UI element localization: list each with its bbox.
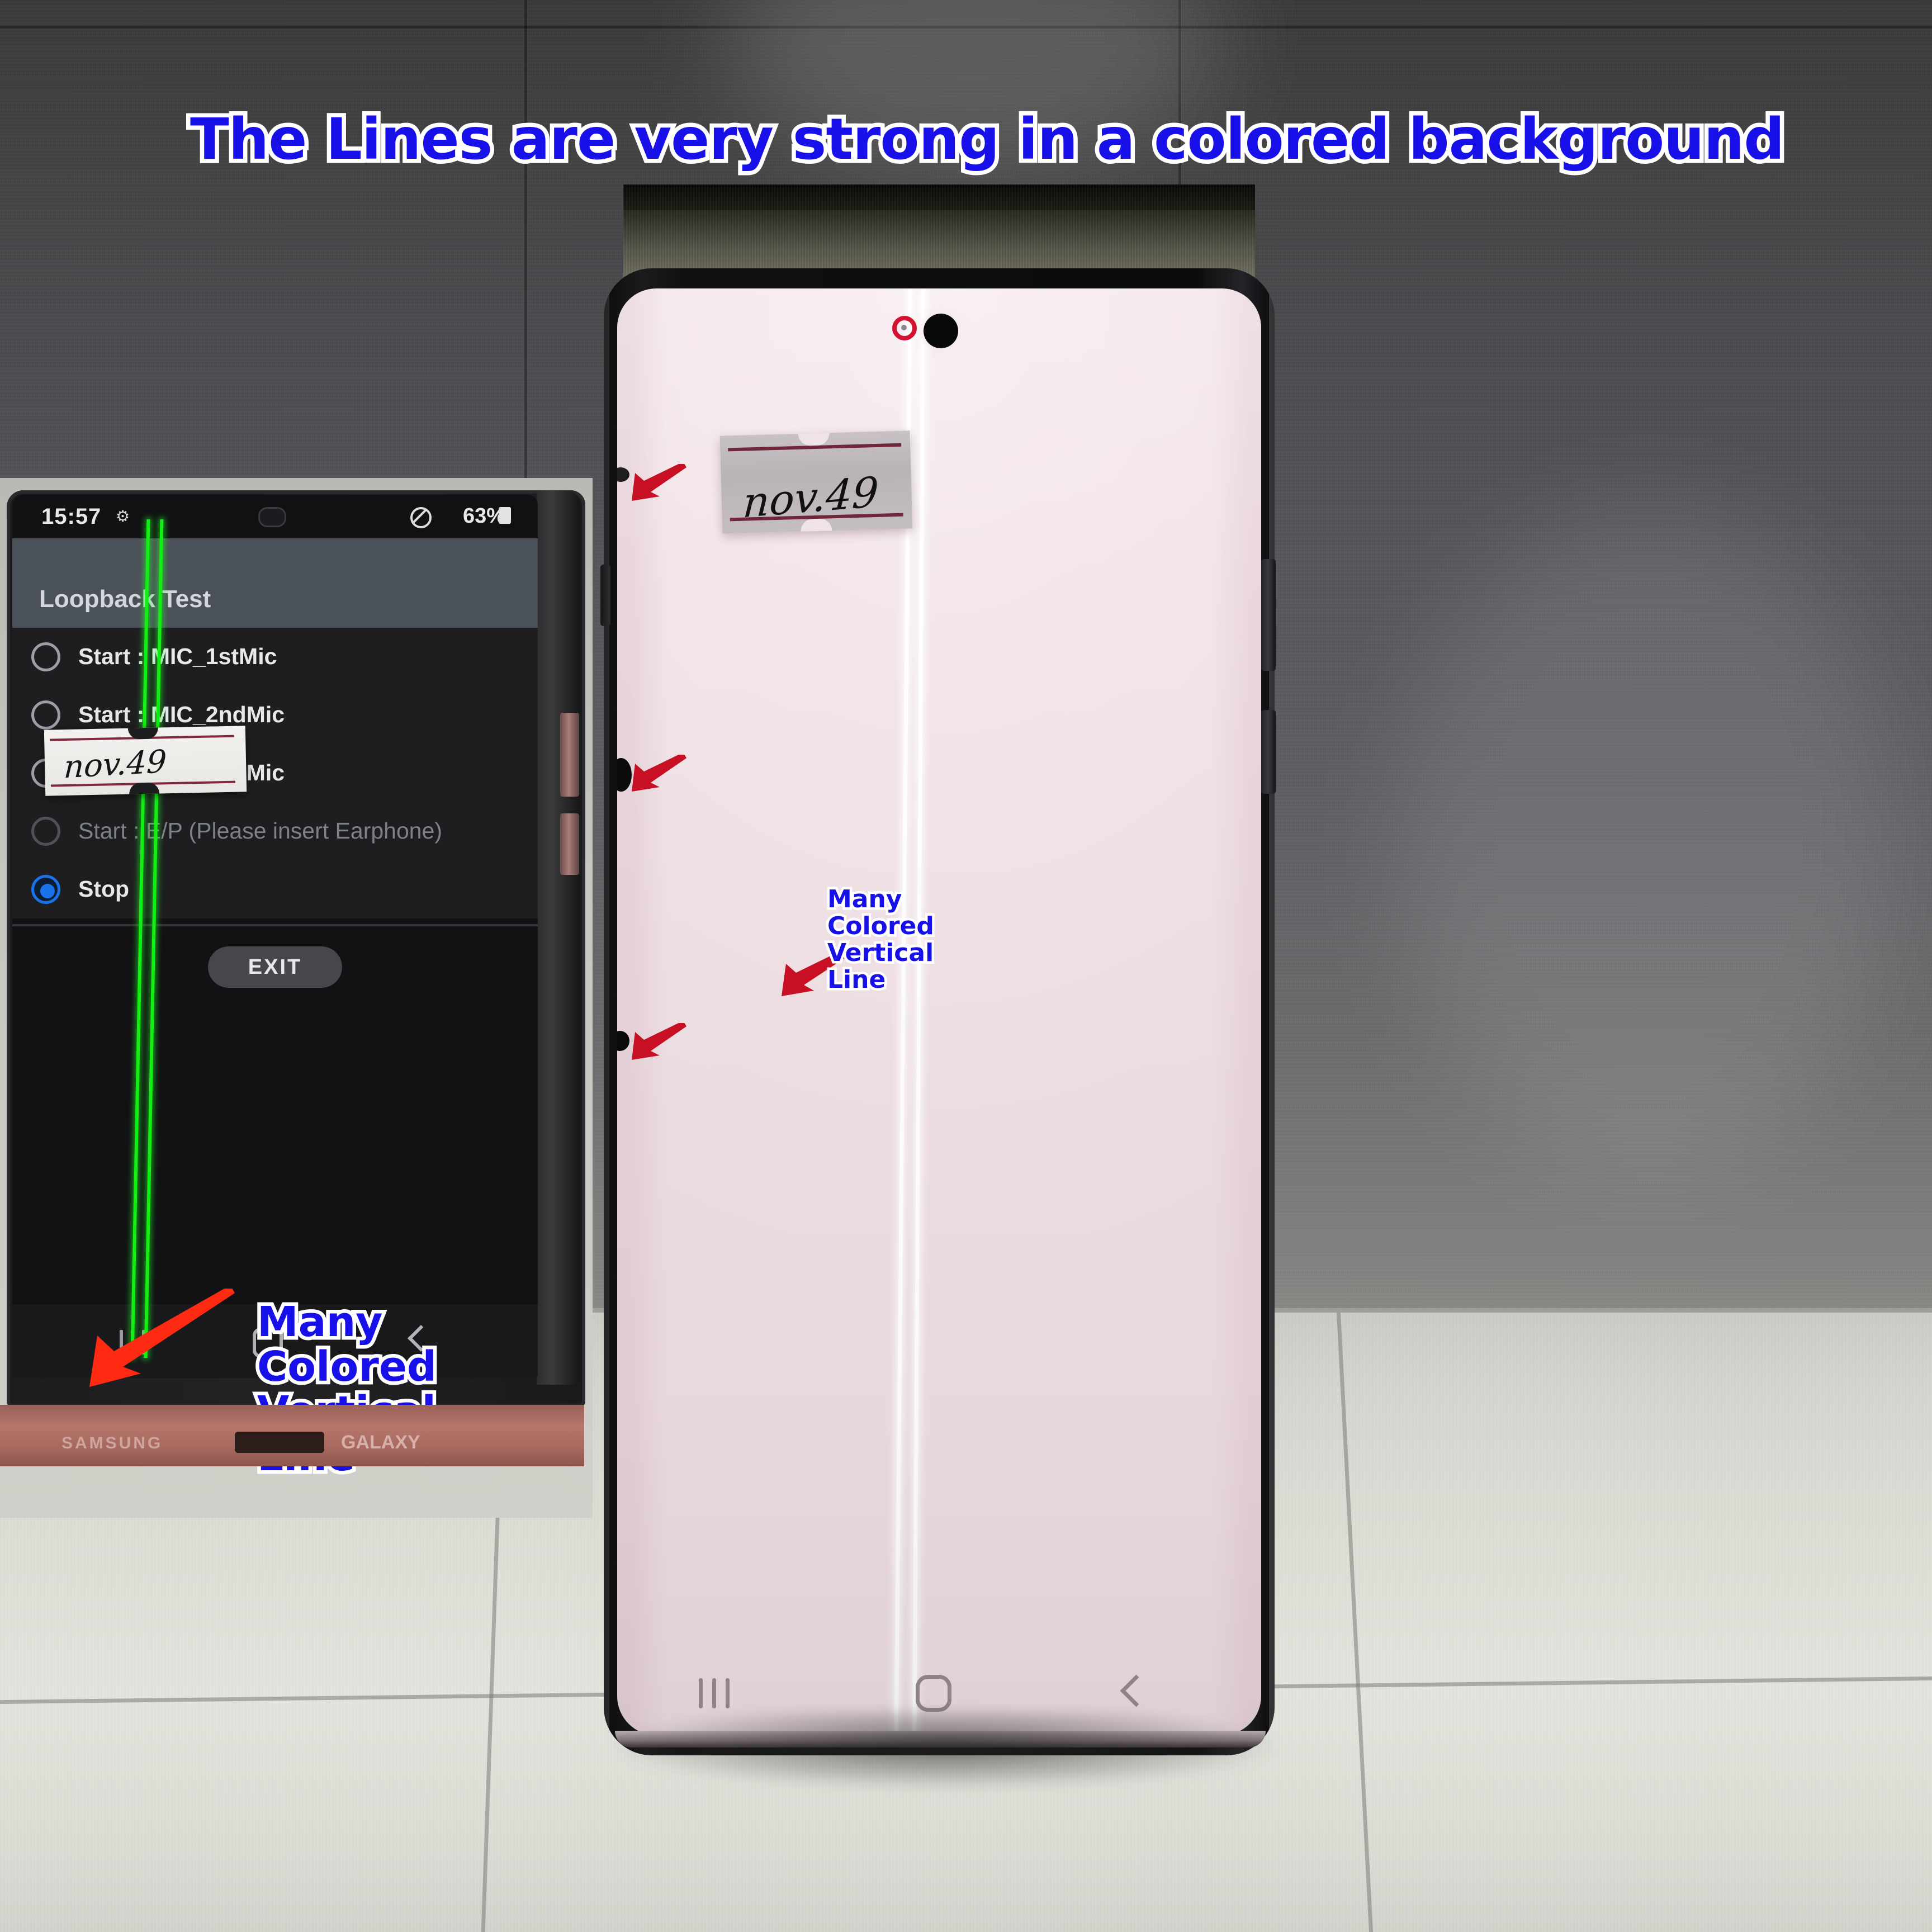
red-arrow-annotation — [628, 752, 690, 805]
inset-power-button[interactable] — [560, 813, 579, 875]
arrow-icon — [632, 752, 686, 792]
annotation-text-main: Many Colored Vertical Line — [825, 883, 973, 996]
screen-vignette — [617, 288, 1261, 1735]
main-phone-screen — [617, 288, 1261, 1735]
red-arrow-annotation — [628, 1021, 690, 1073]
arrow-icon — [632, 462, 686, 501]
mute-icon — [410, 507, 432, 528]
app-title: Loopback Test — [39, 585, 211, 613]
page-title: The Lines are very strong in a colored b… — [186, 102, 1789, 177]
battery-icon — [499, 507, 511, 524]
arrow-icon — [89, 1285, 235, 1387]
sticky-note: nov.49 — [719, 430, 913, 534]
main-volume-button[interactable] — [1261, 559, 1276, 671]
list-item-label: Start : MIC_2ndMic — [78, 702, 285, 727]
radio-button[interactable] — [31, 642, 60, 671]
main-power-button[interactable] — [1261, 710, 1276, 794]
annotation-line: Vertical — [825, 937, 936, 969]
radio-button[interactable] — [31, 817, 60, 846]
home-icon[interactable] — [916, 1675, 951, 1712]
list-item-label: Start : E/P (Please insert Earphone) — [78, 818, 443, 844]
inset-phone-right-edge — [537, 490, 580, 1385]
annotation-line: Colored — [825, 910, 937, 942]
dead-pixel-spot — [901, 325, 907, 330]
inset-status-bar: 15:57 ⚙ 63% — [12, 495, 538, 538]
radio-button-selected[interactable] — [31, 875, 60, 904]
divider — [12, 924, 538, 926]
inset-volume-button[interactable] — [560, 713, 579, 797]
inset-app-bar: Loopback Test — [12, 538, 538, 628]
main-left-button[interactable] — [600, 565, 610, 626]
inset-photo-left-phone: 15:57 ⚙ 63% Loopback Test Start : MIC_1s… — [0, 478, 593, 1518]
list-item-label: Stop — [78, 876, 130, 902]
inset-phone-screen: 15:57 ⚙ 63% Loopback Test Start : MIC_1s… — [12, 495, 538, 1378]
back-icon[interactable] — [1116, 1676, 1147, 1707]
annotation-line: Colored — [254, 1341, 441, 1393]
sticky-note-text: nov.49 — [741, 468, 880, 528]
status-time: 15:57 — [41, 504, 102, 529]
box-brand-text: SAMSUNG — [61, 1434, 163, 1452]
exit-button[interactable]: EXIT — [208, 946, 342, 988]
annotation-line: Line — [825, 964, 888, 996]
box-model-text: GALAXY — [341, 1432, 420, 1453]
earpiece-speaker — [258, 507, 286, 527]
red-arrow-annotation — [628, 462, 690, 514]
main-phone-shadow — [593, 1711, 1297, 1811]
inset-product-box: SAMSUNG GALAXY — [0, 1405, 584, 1466]
arrow-icon — [632, 1021, 686, 1060]
red-arrow-annotation — [56, 1285, 240, 1400]
box-slot — [235, 1432, 324, 1453]
radio-button[interactable] — [31, 700, 60, 730]
sticky-note: nov.49 — [44, 726, 247, 796]
annotation-line: Many — [254, 1296, 387, 1348]
wall-light-reflection — [1398, 503, 1901, 1174]
recents-icon[interactable] — [699, 1678, 731, 1708]
list-item-label: Start : MIC_1stMic — [78, 643, 277, 669]
annotation-line: Many — [825, 883, 905, 915]
front-camera-punch-hole — [924, 314, 958, 348]
screenshot-root: The Lines are very strong in a colored b… — [0, 0, 1932, 1932]
sticky-note-text: nov.49 — [63, 743, 168, 786]
gear-icon: ⚙ — [116, 508, 130, 525]
